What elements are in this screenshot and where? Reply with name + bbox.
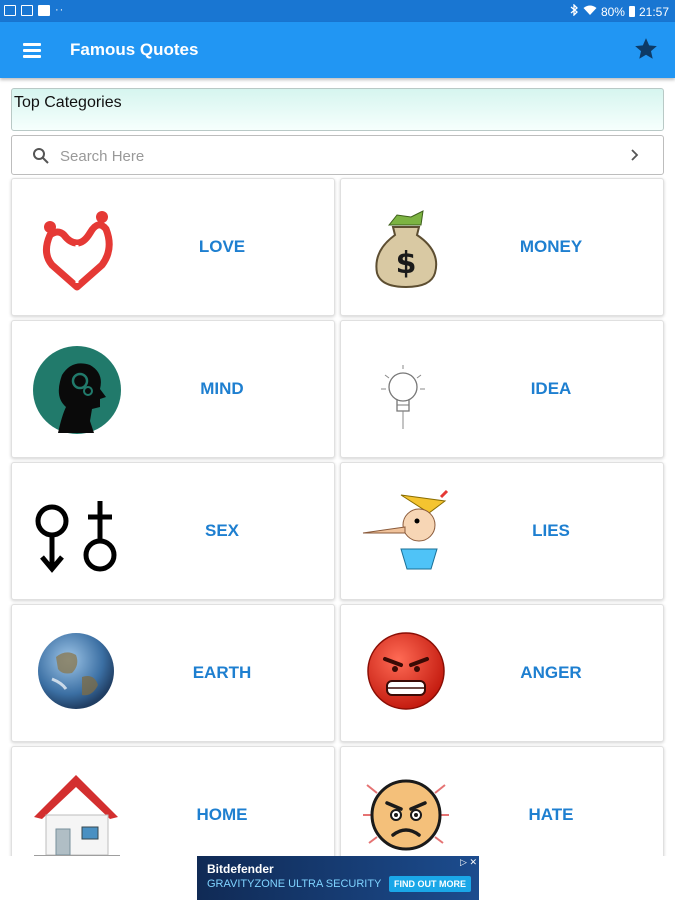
clock: 21:57: [638, 4, 669, 19]
hate-face-icon: [361, 771, 451, 861]
flipboard-icon: [38, 4, 50, 16]
mind-head-gears-icon: [32, 345, 122, 435]
category-label: HATE: [528, 805, 574, 824]
battery-icon: [628, 6, 635, 17]
category-label: SEX: [204, 521, 240, 540]
ad-close-icon[interactable]: ▷ ✕: [460, 857, 477, 868]
ad-cta-button[interactable]: FIND OUT MORE: [389, 876, 471, 892]
app-title: Famous Quotes: [70, 40, 199, 59]
category-card-earth[interactable]: EARTH: [11, 604, 335, 742]
image-icon: [4, 4, 16, 16]
category-card-sex[interactable]: SEX: [11, 462, 335, 600]
category-label: IDEA: [530, 379, 572, 398]
search-input[interactable]: [60, 144, 600, 168]
category-label: ANGER: [520, 663, 582, 682]
status-bar: ·· 80% 21:57: [0, 0, 675, 22]
category-label: MIND: [200, 379, 244, 398]
angry-face-icon: [361, 629, 451, 719]
money-bag-icon: $: [361, 203, 451, 293]
ad-banner[interactable]: Bitdefender GRAVITYZONE ULTRA SECURITY F…: [197, 856, 479, 900]
category-card-mind[interactable]: MIND: [11, 320, 335, 458]
love-couple-heart-icon: [32, 203, 122, 293]
battery-percent: 80%: [600, 4, 625, 19]
chevron-right-icon[interactable]: [630, 148, 639, 167]
star-icon[interactable]: [633, 36, 659, 62]
wifi-icon: [583, 5, 597, 19]
category-card-love[interactable]: LOVE: [11, 178, 335, 316]
app-bar: Famous Quotes: [0, 22, 675, 78]
category-label: LIES: [532, 521, 570, 540]
video-icon: [21, 4, 33, 16]
category-card-idea[interactable]: IDEA: [340, 320, 664, 458]
lightbulb-sketch-icon: [361, 345, 451, 435]
section-header: Top Categories: [11, 88, 664, 131]
search-bar[interactable]: [11, 135, 664, 175]
category-label: EARTH: [192, 663, 252, 682]
ad-product: GRAVITYZONE ULTRA SECURITY: [207, 878, 382, 890]
bluetooth-icon: [570, 3, 579, 19]
gender-symbols-icon: [32, 487, 122, 577]
earth-globe-icon: [32, 629, 122, 719]
pinocchio-icon: [361, 487, 451, 577]
category-card-lies[interactable]: LIES: [340, 462, 664, 600]
category-card-money[interactable]: $ MONEY: [340, 178, 664, 316]
category-label: HOME: [196, 805, 248, 824]
category-card-anger[interactable]: ANGER: [340, 604, 664, 742]
svg-text:$: $: [396, 246, 417, 281]
house-icon: [32, 771, 122, 861]
section-title: Top Categories: [14, 94, 122, 111]
menu-icon[interactable]: [20, 38, 44, 62]
category-label: MONEY: [519, 237, 583, 256]
search-icon: [32, 147, 49, 169]
category-label: LOVE: [198, 237, 246, 256]
more-dots-icon: ··: [55, 4, 65, 16]
ad-brand: Bitdefender: [207, 862, 274, 876]
